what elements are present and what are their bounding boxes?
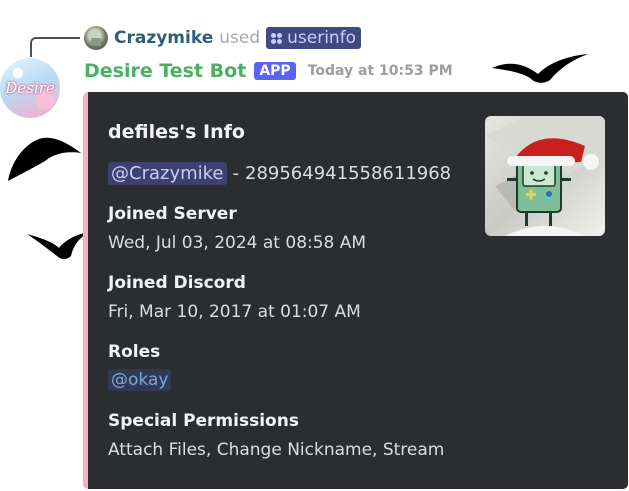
bot-avatar-logo-text: Desire: [5, 79, 55, 97]
bmo-santa-hat-icon: [485, 116, 605, 236]
role-mention[interactable]: @okay: [108, 369, 172, 391]
field-name: Special Permissions: [108, 411, 299, 431]
field-name: Joined Discord: [108, 273, 246, 293]
app-badge: APP: [254, 62, 296, 80]
message-header: Desire Test Bot APP Today at 10:53 PM: [84, 60, 453, 82]
slash-command-icon: [271, 32, 283, 44]
reply-used-label: used: [219, 28, 261, 48]
user-id: 289564941558611968: [245, 163, 452, 184]
field-value: Wed, Jul 03, 2024 at 08:58 AM: [108, 233, 367, 253]
replied-username[interactable]: Crazymike: [114, 28, 213, 48]
reply-context: Crazymike used userinfo: [84, 26, 362, 50]
replied-user-avatar[interactable]: [84, 26, 108, 50]
user-id-row: @Crazymike - 289564941558611968: [108, 162, 451, 185]
bird-silhouette-icon: [8, 137, 81, 181]
embed-card: defiles's Info @Crazymike - 289564941558…: [83, 92, 628, 489]
id-separator: -: [232, 163, 240, 184]
field-joined-server: Joined Server Wed, Jul 03, 2024 at 08:58…: [108, 204, 366, 253]
bot-name[interactable]: Desire Test Bot: [84, 60, 246, 82]
command-name: userinfo: [287, 28, 357, 48]
bot-avatar[interactable]: Desire: [0, 58, 60, 118]
embed-thumbnail[interactable]: [485, 116, 605, 236]
field-roles: Roles @okay: [108, 342, 172, 391]
command-chip[interactable]: userinfo: [266, 27, 362, 49]
field-value: Fri, Mar 10, 2017 at 01:07 AM: [108, 302, 361, 322]
field-joined-discord: Joined Discord Fri, Mar 10, 2017 at 01:0…: [108, 273, 361, 322]
reply-connector: [30, 37, 80, 57]
bird-silhouette-icon: [492, 54, 588, 83]
embed-title: defiles's Info: [108, 121, 245, 143]
field-value: Attach Files, Change Nickname, Stream: [108, 440, 445, 460]
field-name: Joined Server: [108, 204, 237, 224]
bird-silhouette-icon: [27, 232, 89, 259]
message-timestamp[interactable]: Today at 10:53 PM: [308, 63, 453, 79]
field-name: Roles: [108, 342, 161, 362]
field-special-permissions: Special Permissions Attach Files, Change…: [108, 411, 444, 460]
user-mention[interactable]: @Crazymike: [108, 162, 227, 185]
